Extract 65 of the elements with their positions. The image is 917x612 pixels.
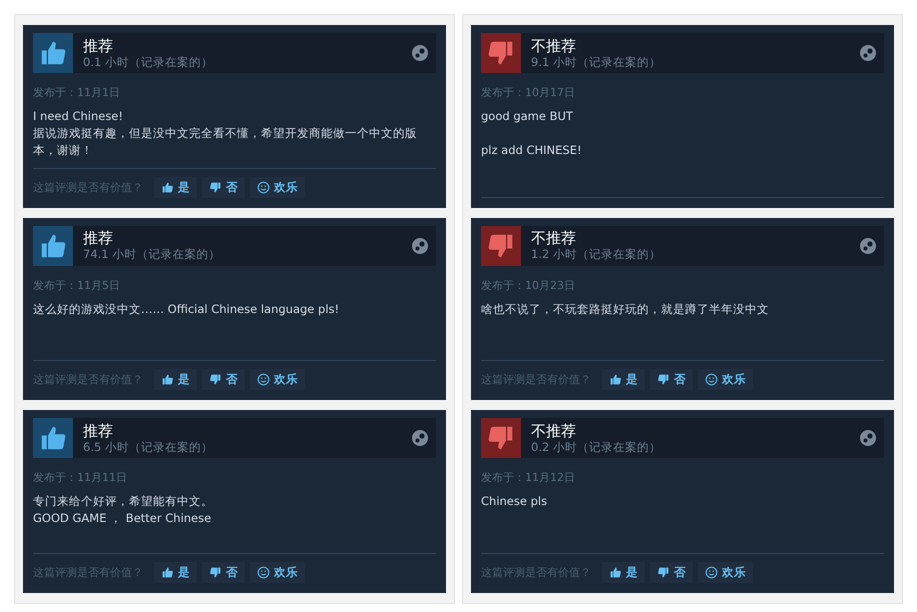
review-text: Chinese pls	[481, 493, 548, 510]
review-verdict: 不推荐	[531, 229, 577, 248]
thumbs-down-icon	[657, 566, 670, 580]
thumbs-up-icon	[609, 566, 622, 580]
funny-button[interactable]: 欢乐	[250, 176, 305, 198]
yes-button[interactable]: 是	[154, 369, 197, 390]
no-button[interactable]: 否	[202, 562, 245, 584]
steam-logo-icon	[860, 238, 876, 254]
smiley-icon	[705, 373, 718, 386]
review-text: good game BUT plz add CHINESE!	[481, 108, 582, 159]
thumbs-up-icon	[161, 180, 174, 194]
review-verdict: 推荐	[83, 36, 114, 54]
playtime-text: 74.1 小时（记录在案的）	[83, 247, 222, 262]
helpful-question: 这篇评测是否有价值？	[33, 180, 143, 195]
helpful-question: 这篇评测是否有价值？	[481, 565, 591, 580]
posted-date: 发布于：10月17日	[481, 85, 576, 100]
helpful-question: 这篇评测是否有价值？	[481, 372, 591, 388]
no-button[interactable]: 否	[202, 176, 245, 198]
yes-button[interactable]: 是	[154, 562, 197, 584]
helpful-question: 这篇评测是否有价值？	[33, 372, 143, 388]
thumbs-down-icon	[657, 373, 670, 386]
steam-logo-icon	[412, 45, 428, 61]
smiley-icon	[705, 566, 718, 580]
funny-button[interactable]: 欢乐	[698, 369, 753, 390]
thumbs-up-icon	[161, 566, 174, 580]
funny-button[interactable]: 欢乐	[698, 562, 753, 584]
playtime-text: 0.1 小时（记录在案的）	[83, 54, 214, 70]
review-text: I need Chinese! 据说游戏挺有趣，但是没中文完全看不懂，希望开发商能做一个中文的版本，谢谢！	[33, 108, 418, 159]
review-text: 这么好的游戏没中文…… Official Chinese language pls!	[33, 300, 340, 318]
funny-button[interactable]: 欢乐	[250, 562, 305, 584]
helpful-question: 这篇评测是否有价值？	[33, 565, 143, 580]
smiley-icon	[257, 566, 270, 580]
posted-date: 发布于：10月23日	[481, 278, 576, 293]
playtime-text: 0.2 小时（记录在案的）	[531, 440, 662, 455]
no-button[interactable]: 否	[650, 369, 693, 390]
review-verdict: 不推荐	[531, 422, 577, 440]
thumbs-up-icon	[161, 373, 174, 386]
review-verdict: 推荐	[83, 422, 114, 440]
playtime-text: 1.2 小时（记录在案的）	[531, 247, 662, 262]
steam-logo-icon	[860, 45, 876, 61]
playtime-text: 6.5 小时（记录在案的）	[83, 440, 214, 455]
smiley-icon	[257, 373, 270, 386]
no-button[interactable]: 否	[650, 562, 693, 584]
steam-logo-icon	[412, 238, 428, 254]
funny-button[interactable]: 欢乐	[250, 369, 305, 390]
posted-date: 发布于：11月1日	[33, 85, 121, 100]
review-verdict: 不推荐	[531, 36, 577, 54]
yes-button[interactable]: 是	[602, 369, 645, 390]
smiley-icon	[257, 180, 270, 194]
thumbs-down-icon	[209, 566, 222, 580]
no-button[interactable]: 否	[202, 369, 245, 390]
thumbs-down-icon	[209, 373, 222, 386]
review-verdict: 推荐	[83, 229, 114, 248]
review-text: 专门来给个好评，希望能有中文。 GOOD GAME ， Better Chinese	[33, 493, 213, 528]
thumbs-down-icon	[209, 180, 222, 194]
playtime-text: 9.1 小时（记录在案的）	[531, 54, 662, 70]
posted-date: 发布于：11月5日	[33, 278, 121, 293]
yes-button[interactable]: 是	[602, 562, 645, 584]
steam-logo-icon	[860, 430, 876, 446]
steam-logo-icon	[412, 430, 428, 446]
review-text: 啥也不说了，不玩套路挺好玩的，就是蹲了半年没中文	[481, 300, 769, 318]
yes-button[interactable]: 是	[154, 176, 197, 198]
posted-date: 发布于：11月11日	[33, 470, 128, 486]
posted-date: 发布于：11月12日	[481, 470, 576, 486]
thumbs-up-icon	[609, 373, 622, 386]
